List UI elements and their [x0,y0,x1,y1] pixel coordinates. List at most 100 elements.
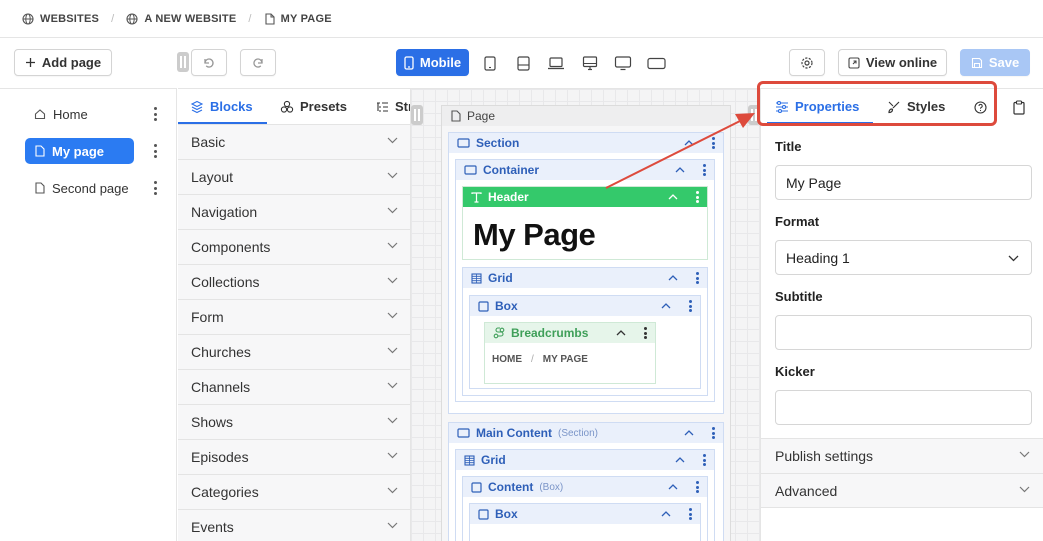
category-categories[interactable]: Categories [178,474,410,509]
page-home-menu-icon[interactable] [152,107,158,121]
breadcrumbs-block-header: Breadcrumbs [485,323,655,343]
category-form[interactable]: Form [178,299,410,334]
chevron-up-icon[interactable] [616,330,626,336]
tab-styles[interactable]: Styles [887,89,945,124]
kicker-input[interactable] [775,390,1032,425]
block-menu-icon[interactable] [644,327,647,339]
block-menu-icon[interactable] [696,481,699,493]
category-basic[interactable]: Basic [178,124,410,159]
breadcrumb-item-website[interactable]: A NEW WEBSITE [126,13,236,25]
block-menu-icon[interactable] [689,300,692,312]
category-shows[interactable]: Shows [178,404,410,439]
chevron-up-icon[interactable] [684,140,694,146]
blocks-panel: Blocks Presets Structure Basic Layout Na… [178,88,411,541]
device-desktop-button[interactable] [579,53,601,73]
grid-icon [471,272,482,284]
block-menu-icon[interactable] [703,454,706,466]
block-menu-icon[interactable] [703,164,706,176]
clipboard-icon[interactable] [1011,98,1027,116]
format-select[interactable]: Heading 1 [775,240,1032,275]
save-button[interactable]: Save [960,49,1030,76]
category-components[interactable]: Components [178,229,410,264]
chevron-down-icon [387,487,398,494]
container-block-header: Container [456,160,714,180]
category-episodes[interactable]: Episodes [178,439,410,474]
text-type-icon [471,191,482,203]
chevron-up-icon[interactable] [661,511,671,517]
box-icon [478,300,489,312]
category-channels[interactable]: Channels [178,369,410,404]
canvas-resize-handle-left[interactable] [411,105,423,125]
tab-presets[interactable]: Presets [280,89,347,124]
device-tablet-landscape-button[interactable] [513,53,533,73]
file-icon [35,182,45,194]
page-item-my-page[interactable]: My page [25,138,134,164]
page-list-sidebar: Home My page Second page [0,88,177,541]
category-navigation[interactable]: Navigation [178,194,410,229]
block-menu-icon[interactable] [689,508,692,520]
block-menu-icon[interactable] [696,191,699,203]
category-churches[interactable]: Churches [178,334,410,369]
device-mobile-button[interactable]: Mobile [396,49,469,76]
list-tree-icon [377,101,388,112]
tab-properties[interactable]: Properties [775,89,859,124]
chevron-up-icon[interactable] [668,194,678,200]
properties-panel: Properties Styles Title Format Heading 1… [760,88,1043,541]
block-menu-icon[interactable] [712,137,715,149]
header-block[interactable]: Header My Page [462,186,708,260]
category-collections[interactable]: Collections [178,264,410,299]
block-menu-icon[interactable] [696,272,699,284]
undo-icon [204,57,214,68]
chevron-up-icon[interactable] [675,167,685,173]
page-my-page-menu-icon[interactable] [152,144,158,158]
device-laptop-button[interactable] [545,53,567,73]
canvas-resize-handle-right[interactable] [748,105,760,125]
title-label: Title [775,139,802,154]
box-block-2[interactable]: Box [469,503,701,541]
subtitle-input[interactable] [775,315,1032,350]
redo-button[interactable] [240,49,276,76]
device-tablet-portrait-button[interactable] [480,53,500,73]
advanced-accordion[interactable]: Advanced [761,473,1043,508]
chevron-up-icon[interactable] [668,484,678,490]
device-wide-button[interactable] [645,53,667,73]
chevron-up-icon[interactable] [661,303,671,309]
chevron-up-icon[interactable] [675,457,685,463]
header-block-header: Header [463,187,707,207]
category-events[interactable]: Events [178,509,410,541]
view-online-button[interactable]: View online [838,49,947,76]
category-layout[interactable]: Layout [178,159,410,194]
chevron-down-icon [387,452,398,459]
box-icon [478,508,489,520]
breadcrumb-item-current-page: MY PAGE [264,13,332,25]
tab-structure[interactable]: Structure [376,89,410,124]
chevron-up-icon[interactable] [668,275,678,281]
settings-button[interactable] [789,49,825,76]
globe-icon [126,12,138,25]
page-item-home[interactable]: Home [25,101,134,127]
add-page-button[interactable]: Add page [14,49,112,76]
paintbrush-icon [888,101,900,113]
page-canvas: Page Section Container Header My Page Gr… [411,88,760,541]
breadcrumb: WEBSITES / A NEW WEBSITE / MY PAGE [0,0,1043,38]
device-monitor-button[interactable] [612,53,634,73]
chevron-down-icon [387,522,398,529]
box-block-header: Box [470,296,700,316]
breadcrumbs-block[interactable]: Breadcrumbs HOME / MY PAGE [484,322,656,384]
help-icon[interactable] [972,99,988,115]
publish-settings-accordion[interactable]: Publish settings [761,438,1043,473]
undo-button[interactable] [191,49,227,76]
page-item-second-page[interactable]: Second page [25,175,134,201]
page-heading[interactable]: My Page [473,217,596,253]
title-input[interactable] [775,165,1032,200]
redo-icon [253,57,263,68]
resize-handle[interactable] [177,52,189,72]
breadcrumb-item-websites[interactable]: WEBSITES [22,13,99,25]
tab-blocks[interactable]: Blocks [190,89,253,124]
toolbar: Add page Mobile View online Save [0,38,1043,88]
mobile-icon [404,55,414,70]
block-menu-icon[interactable] [712,427,715,439]
chevron-down-icon [387,417,398,424]
chevron-up-icon[interactable] [684,430,694,436]
page-second-page-menu-icon[interactable] [152,181,158,195]
